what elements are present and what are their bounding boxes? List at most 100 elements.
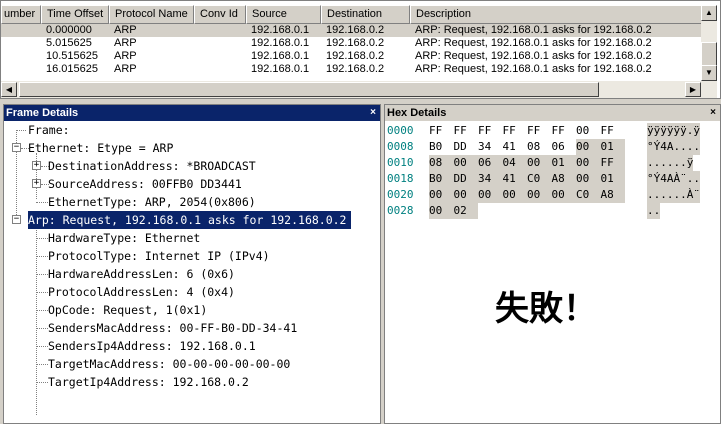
hex-byte[interactable]: 00 [453,187,478,203]
hex-row[interactable]: 0000 FF FF FF FF FF FF 00 FF ÿÿÿÿÿÿ.ÿ [385,123,720,139]
hex-byte[interactable]: 00 [502,187,527,203]
hex-byte[interactable]: 00 [429,203,454,219]
hex-details-pane: Hex Details × 0000 FF FF FF FF FF FF 00 FF ÿÿÿÿÿÿ… [384,104,721,424]
column-header-number[interactable]: umber [1,5,41,24]
tree-node-label: ProtocolType: Internet IP (IPv4) [48,249,270,263]
source-cell: 192.168.0.1 [251,63,310,75]
hex-byte[interactable]: 06 [552,139,577,155]
table-row[interactable]: 0.000000 ARP 192.168.0.1 192.168.0.2 ARP… [1,24,701,37]
collapse-icon[interactable]: − [12,215,21,224]
hex-ascii: °Ý4A.... [647,139,700,155]
hex-row[interactable]: 0018 B0 DD 34 41 C0 A8 00 01 °Ý4AÀ¨.. [385,171,720,187]
hex-byte[interactable]: 00 [551,187,576,203]
protocol-cell: ARP [114,37,137,49]
column-header-description[interactable]: Description [410,5,704,24]
source-cell: 192.168.0.1 [251,37,310,49]
hex-byte[interactable]: 00 [453,155,478,171]
horizontal-scrollbar[interactable]: ◀ ▶ [1,81,703,98]
scroll-up-icon[interactable]: ▲ [701,5,717,21]
column-header-destination[interactable]: Destination [321,5,410,24]
expand-icon[interactable]: + [32,161,41,170]
tree-connector [16,130,26,131]
hex-byte[interactable]: 00 [527,155,552,171]
table-row[interactable]: 5.015625 ARP 192.168.0.1 192.168.0.2 ARP… [1,37,701,50]
hex-ascii: ÿÿÿÿÿÿ.ÿ [647,123,700,139]
hex-byte[interactable]: 08 [429,155,454,171]
frame-list-header: umber Time Offset Protocol Name Conv Id … [1,5,704,24]
hex-byte[interactable]: FF [601,123,626,139]
hex-byte[interactable]: 00 [576,139,601,155]
hex-byte[interactable]: 06 [478,155,503,171]
hex-byte[interactable]: 41 [503,139,528,155]
hex-ascii: .. [647,203,661,219]
scroll-down-icon[interactable]: ▼ [701,65,717,81]
hex-ascii: ......ÿ [647,155,694,171]
hex-bytes: B0 DD 34 41 C0 A8 00 01 [429,171,625,187]
hex-byte[interactable]: 00 [576,123,601,139]
vertical-scrollbar[interactable]: ▲ ▼ [701,5,717,98]
column-header-time-offset[interactable]: Time Offset [41,5,109,24]
table-row[interactable]: 16.015625 ARP 192.168.0.1 192.168.0.2 AR… [1,63,701,76]
tree-node-label: DestinationAddress: *BROADCAST [48,159,256,173]
hex-byte[interactable]: FF [600,155,625,171]
scroll-left-icon[interactable]: ◀ [1,82,17,97]
close-icon[interactable]: × [710,105,716,121]
collapse-icon[interactable]: − [12,143,21,152]
hex-byte[interactable]: 34 [478,171,503,187]
hex-row[interactable]: 0020 00 00 00 00 00 00 C0 A8 ......À¨ [385,187,720,203]
close-icon[interactable]: × [370,105,376,121]
hex-byte[interactable]: FF [429,123,454,139]
hex-byte[interactable]: 34 [478,139,503,155]
hex-bytes: 00 00 00 00 00 00 C0 A8 [429,187,625,203]
hex-byte[interactable]: DD [454,139,479,155]
hex-byte[interactable]: 00 [429,187,454,203]
hex-row[interactable]: 0028 00 02.. [385,203,720,219]
tree-node-label: TargetMacAddress: 00-00-00-00-00-00 [48,357,291,371]
hex-byte[interactable]: FF [527,123,552,139]
hex-byte[interactable]: C0 [527,171,552,187]
protocol-cell: ARP [114,50,137,62]
hex-byte[interactable]: B0 [429,139,454,155]
frame-details-title-bar: Frame Details × [4,105,380,121]
hex-row[interactable]: 0010 08 00 06 04 00 01 00 FF ......ÿ [385,155,720,171]
tree-connector [36,328,48,329]
frame-list[interactable]: umber Time Offset Protocol Name Conv Id … [0,0,721,99]
hex-byte[interactable]: 01 [551,155,576,171]
hex-byte[interactable]: 01 [600,139,625,155]
hex-byte[interactable]: DD [453,171,478,187]
hex-byte[interactable]: 00 [576,155,601,171]
horizontal-scroll-thumb[interactable] [19,82,599,97]
tree-node-label: SourceAddress: 00FFB0 DD3441 [48,177,242,191]
destination-cell: 192.168.0.2 [326,24,385,36]
expand-icon[interactable]: + [32,179,41,188]
hex-row[interactable]: 0008 B0 DD 34 41 08 06 00 01 °Ý4A.... [385,139,720,155]
hex-byte[interactable]: 41 [502,171,527,187]
table-row[interactable]: 10.515625 ARP 192.168.0.1 192.168.0.2 AR… [1,50,701,63]
column-header-protocol-name[interactable]: Protocol Name [109,5,194,24]
scroll-right-icon[interactable]: ▶ [685,82,701,97]
tree-connector [36,225,37,415]
hex-byte[interactable]: FF [454,123,479,139]
hex-byte[interactable]: FF [478,123,503,139]
hex-byte[interactable]: FF [503,123,528,139]
hex-offset: 0000 [387,124,414,137]
hex-byte[interactable]: 08 [527,139,552,155]
hex-details-title-bar: Hex Details × [385,105,720,121]
hex-byte[interactable]: 04 [502,155,527,171]
hex-byte[interactable]: A8 [551,171,576,187]
hex-byte[interactable]: 00 [478,187,503,203]
hex-bytes: FF FF FF FF FF FF 00 FF [429,123,625,139]
hex-byte[interactable]: 01 [600,171,625,187]
hex-ascii: ......À¨ [647,187,700,203]
hex-byte[interactable]: B0 [429,171,454,187]
hex-byte[interactable]: A8 [600,187,625,203]
tree-node-label: SendersMacAddress: 00-FF-B0-DD-34-41 [48,321,298,335]
hex-offset: 0008 [387,140,414,153]
column-header-source[interactable]: Source [246,5,321,24]
hex-byte[interactable]: 02 [453,203,478,219]
hex-byte[interactable]: 00 [576,171,601,187]
hex-byte[interactable]: C0 [576,187,601,203]
hex-byte[interactable]: FF [552,123,577,139]
hex-byte[interactable]: 00 [527,187,552,203]
column-header-conv-id[interactable]: Conv Id [194,5,246,24]
